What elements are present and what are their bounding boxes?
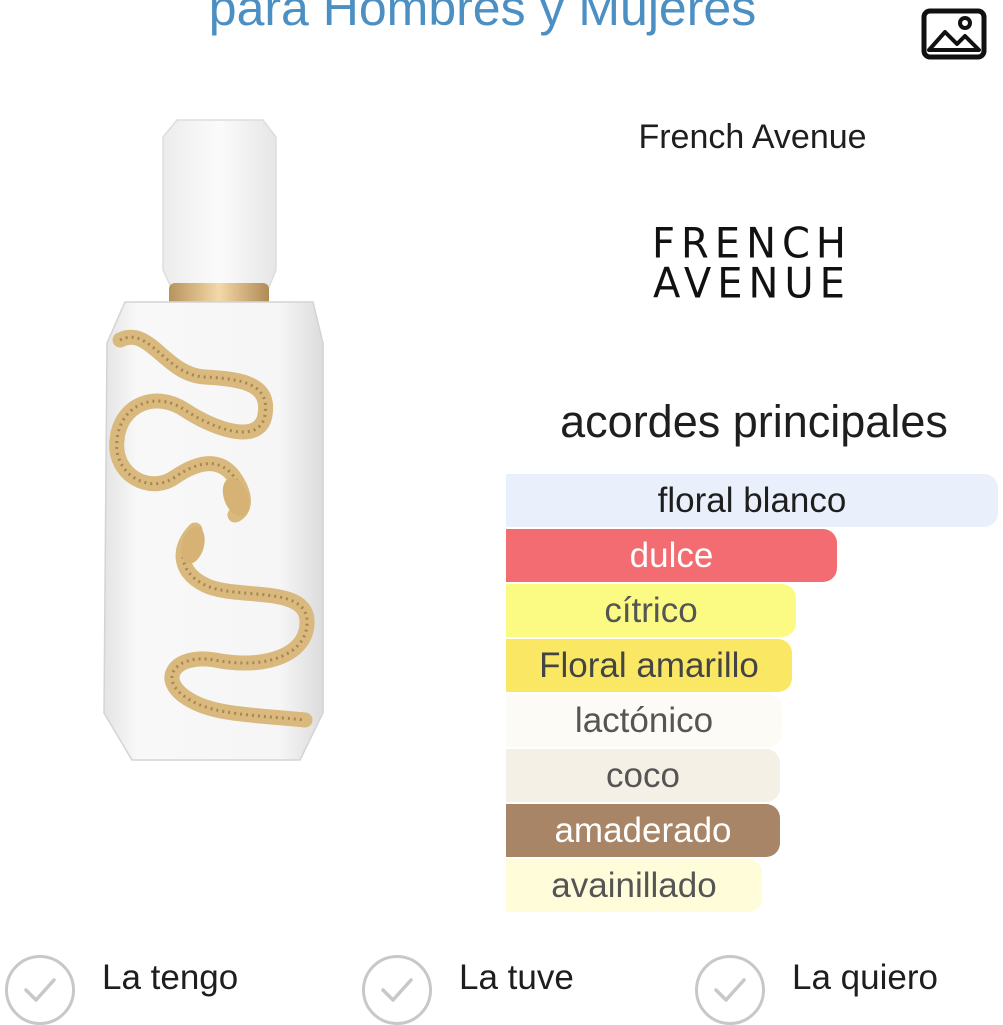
had-it-button[interactable]: La tuve <box>362 942 574 1025</box>
have-it-button[interactable]: La tengo <box>5 942 239 1025</box>
accord-bar[interactable]: coco <box>506 749 780 802</box>
brand-logo[interactable]: FRENCH AVENUE <box>652 219 853 309</box>
accord-label: coco <box>606 755 680 795</box>
accord-bar[interactable]: amaderado <box>506 804 780 857</box>
accord-bar[interactable]: avainillado <box>506 859 762 912</box>
accord-bar[interactable]: lactónico <box>506 694 782 747</box>
accord-label: Floral amarillo <box>539 645 759 685</box>
brand-logo-line1: FRENCH <box>652 219 853 269</box>
have-it-label: La tengo <box>102 957 239 997</box>
accords-list: floral blanco dulce cítrico Floral amarillo… <box>506 474 1000 914</box>
accord-bar[interactable]: cítrico <box>506 584 796 637</box>
page-title: para Hombres y Mujeres <box>208 0 757 36</box>
image-icon[interactable] <box>921 8 987 60</box>
accord-bar[interactable]: Floral amarillo <box>506 639 792 692</box>
main-accords-heading: acordes principales <box>560 396 948 447</box>
collection-actions: La tengo La tuve La quiero <box>0 942 1003 1025</box>
accord-bar[interactable]: floral blanco <box>506 474 998 527</box>
brand-logo-line2: AVENUE <box>653 259 851 309</box>
check-icon <box>5 954 75 1025</box>
accord-label: avainillado <box>551 865 717 905</box>
want-it-label: La quiero <box>792 957 938 997</box>
accord-label: amaderado <box>554 810 732 850</box>
accord-bar[interactable]: dulce <box>506 529 837 582</box>
accord-label: floral blanco <box>657 480 847 520</box>
check-icon <box>362 954 432 1025</box>
accord-label: cítrico <box>604 590 698 630</box>
had-it-label: La tuve <box>459 957 574 997</box>
check-icon <box>695 954 765 1025</box>
want-it-button[interactable]: La quiero <box>695 942 938 1025</box>
brand-name[interactable]: French Avenue <box>505 118 1000 157</box>
perfume-bottle-image <box>95 115 335 770</box>
accord-label: dulce <box>629 535 714 575</box>
accord-label: lactónico <box>574 700 714 740</box>
